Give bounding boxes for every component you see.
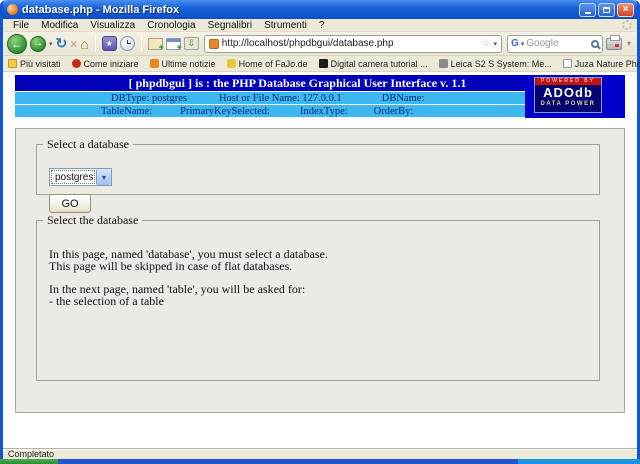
info-fieldset: Select the database In this page, named … [36, 213, 600, 381]
bookmark-leica-s2[interactable]: Leica S2 S System: Me... [438, 59, 552, 69]
plus-icon: + [158, 41, 164, 52]
bookmark-piu-visitati[interactable]: Più visitati [8, 59, 61, 69]
firefox-window: database.php - Mozilla Firefox × File Mo… [0, 0, 640, 459]
bookmark-icon [318, 59, 328, 68]
bookmark-come-iniziare[interactable]: Come iniziare [71, 59, 139, 69]
adodb-tagline: DATA POWER [540, 101, 596, 107]
maximize-icon [603, 6, 610, 13]
stop-button[interactable]: × [70, 37, 77, 51]
menu-item-visualizza[interactable]: Visualizza [84, 20, 141, 31]
folder-icon [8, 59, 17, 68]
search-box[interactable]: G ▾ [506, 34, 603, 53]
bookmark-icon [226, 59, 236, 68]
toolbar-overflow-icon[interactable]: ▾ [625, 39, 633, 48]
window-controls: × [579, 2, 634, 17]
history-dropdown-icon[interactable]: ▾ [49, 40, 53, 48]
new-tab-button[interactable]: + [147, 37, 164, 52]
primarykey-label: PrimaryKeySelected: [180, 105, 270, 117]
browser-status-bar: Completato [3, 448, 637, 459]
bookmark-ultime-notizie[interactable]: Ultime notizie [149, 59, 216, 69]
title-bar[interactable]: database.php - Mozilla Firefox × [3, 0, 637, 19]
database-select-value: postgres [51, 170, 95, 184]
select-database-legend: Select a database [47, 137, 129, 151]
google-icon[interactable]: G [511, 38, 519, 49]
go-button[interactable]: GO [49, 194, 91, 213]
info-line: - the selection of a table [49, 294, 164, 308]
info-line: This page will be skipped in case of fla… [49, 259, 293, 273]
select-database-fieldset: Select a database postgres ▾ GO [36, 137, 600, 213]
search-input[interactable] [526, 38, 589, 49]
navigation-toolbar: ← → ▾ ↻ × ⌂ ★ + + ⇩ ☆ ▾ G ▾ ▾ [3, 32, 637, 56]
bookmark-icon [71, 59, 81, 68]
menu-item-strumenti[interactable]: Strumenti [258, 20, 313, 31]
page-icon [562, 59, 572, 68]
forward-button[interactable]: → [30, 35, 46, 52]
bookmarks-toolbar: Più visitati Come iniziare Ultime notizi… [3, 56, 640, 72]
system-tray [518, 459, 640, 464]
history-button[interactable] [119, 36, 135, 51]
database-select[interactable]: postgres ▾ [49, 168, 112, 186]
menu-item-modifica[interactable]: Modifica [35, 20, 84, 31]
feed-icon [149, 59, 159, 68]
minimize-icon [584, 11, 591, 14]
windows-taskbar [0, 459, 640, 464]
new-window-button[interactable]: + [165, 37, 182, 52]
page-title: [ phpdbgui ] is : the PHP Database Graph… [15, 75, 525, 91]
adodb-logo-area: POWERED BY ADOdb DATA POWER [525, 75, 625, 118]
url-dropdown-icon[interactable]: ▾ [493, 40, 497, 48]
main-form-area: Select a database postgres ▾ GO Select t… [15, 128, 625, 413]
site-favicon [208, 38, 219, 49]
throbber-icon [622, 20, 632, 30]
search-engine-dropdown-icon[interactable]: ▾ [521, 40, 525, 48]
info-legend: Select the database [47, 213, 139, 227]
host-value: Host or File Name: 127.0.0.1 [218, 92, 342, 104]
downloads-button[interactable]: ⇩ [183, 37, 199, 50]
adodb-name: ADOdb [543, 85, 593, 100]
back-button[interactable]: ← [7, 33, 27, 54]
url-input[interactable] [221, 38, 479, 49]
dbtype-value: DBType: postgres [111, 92, 187, 104]
adodb-logo: POWERED BY ADOdb DATA POWER [534, 77, 602, 113]
plus-icon: + [176, 41, 182, 52]
menu-item-cronologia[interactable]: Cronologia [141, 20, 201, 31]
status-text: Completato [8, 449, 55, 459]
indextype-label: IndexType: [299, 105, 348, 117]
page-favicon [7, 4, 18, 15]
menu-item-segnalibri[interactable]: Segnalibri [202, 20, 258, 31]
print-button[interactable] [605, 34, 622, 50]
window-title: database.php - Mozilla Firefox [22, 3, 180, 16]
url-bar[interactable]: ☆ ▾ [203, 34, 502, 53]
bookmarks-panel-button[interactable]: ★ [101, 36, 117, 51]
home-button[interactable]: ⌂ [80, 36, 88, 52]
menu-item-file[interactable]: File [7, 20, 35, 31]
dbname-value: DBName: [381, 92, 425, 104]
search-icon[interactable] [590, 39, 599, 48]
menu-bar: File Modifica Visualizza Cronologia Segn… [3, 19, 637, 32]
reload-button[interactable]: ↻ [56, 35, 68, 52]
phpdbgui-header: [ phpdbgui ] is : the PHP Database Graph… [15, 75, 625, 118]
toolbar-separator [94, 35, 96, 52]
bookmark-home-of-fajo[interactable]: Home of FaJo.de [226, 59, 308, 69]
page-viewport: [ phpdbgui ] is : the PHP Database Graph… [3, 72, 637, 448]
start-button[interactable] [0, 459, 58, 464]
toolbar-separator [140, 35, 142, 52]
orderby-label: OrderBy: [373, 105, 414, 117]
db-info-row-2: TableName: PrimaryKeySelected: IndexType… [15, 105, 525, 117]
chevron-down-icon[interactable]: ▾ [96, 169, 111, 185]
maximize-button[interactable] [598, 2, 615, 17]
db-info-row-1: DBType: postgres Host or File Name: 127.… [15, 92, 525, 104]
close-button[interactable]: × [617, 2, 634, 17]
powered-by-label: POWERED BY [535, 78, 601, 85]
bookmark-digital-camera-tutorial[interactable]: Digital camera tutorial ... [318, 59, 428, 69]
taskbar-middle [58, 459, 518, 464]
tablename-label: TableName: [101, 105, 153, 117]
bookmark-icon [438, 59, 448, 68]
bookmark-star-icon[interactable]: ☆ [482, 38, 491, 49]
minimize-button[interactable] [579, 2, 596, 17]
menu-item-help[interactable]: ? [313, 20, 331, 31]
bookmark-juza-nature[interactable]: Juza Nature Photogra... [562, 59, 640, 69]
